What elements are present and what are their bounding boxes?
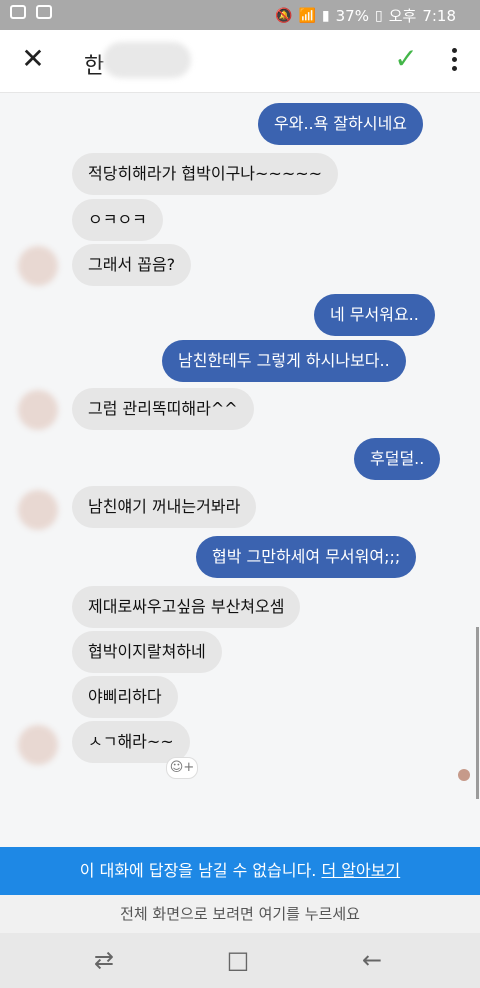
- message-bubble[interactable]: 그래서 꼽음?: [72, 244, 192, 286]
- message-bubble[interactable]: 그럼 관리똑띠해라^^: [72, 388, 254, 430]
- ampm: 오후: [388, 7, 417, 25]
- avatar[interactable]: [18, 725, 58, 765]
- message-bubble[interactable]: 협박이지랄쳐하네: [72, 631, 222, 673]
- top-app-bar: ✕ 한 ✓: [0, 30, 480, 93]
- battery-percent: 37%: [335, 6, 369, 25]
- scrollbar[interactable]: [476, 627, 479, 799]
- message-bubble[interactable]: 네 무서워요..: [314, 294, 435, 336]
- message-bubble[interactable]: 협박 그만하세여 무서워여;;;: [196, 536, 417, 578]
- add-reaction-button[interactable]: ☺+: [166, 757, 198, 779]
- message-bubble[interactable]: 남친한테두 그렇게 하시나보다..: [162, 340, 406, 382]
- home-icon[interactable]: □: [216, 943, 260, 977]
- message-bubble[interactable]: 후덜덜..: [354, 438, 441, 480]
- message-thread[interactable]: 우와..욕 잘하시네요 적당히해라가 협박이구나~~~~~ ㅇㅋㅇㅋ 그래서 꼽…: [0, 93, 480, 847]
- notification-icon: [10, 5, 26, 19]
- message-bubble[interactable]: 남친얘기 꺼내는거봐라: [72, 486, 257, 528]
- message-bubble[interactable]: 우와..욕 잘하시네요: [258, 103, 424, 145]
- chat-title: 한: [84, 54, 105, 79]
- status-bar: 🔕 📶 ▮ 37% ▯ 오후 7:18: [0, 0, 480, 30]
- check-icon[interactable]: ✓: [392, 44, 420, 74]
- message-bubble[interactable]: ㅇㅋㅇㅋ: [72, 199, 163, 241]
- recent-apps-icon[interactable]: ⇄: [82, 943, 126, 977]
- message-bubble[interactable]: 적당히해라가 협박이구나~~~~~: [72, 153, 339, 195]
- battery-icon: ▯: [374, 7, 383, 24]
- wifi-icon: 📶: [298, 7, 316, 24]
- image-icon: [36, 5, 52, 19]
- learn-more-link[interactable]: 더 알아보기: [322, 861, 401, 880]
- system-nav-bar: ⇄ □ ←: [0, 933, 480, 988]
- close-icon[interactable]: ✕: [18, 44, 48, 74]
- signal-icon: ▮: [321, 7, 330, 24]
- cannot-reply-notice: 이 대화에 답장을 남길 수 없습니다. 더 알아보기: [0, 847, 480, 895]
- time: 7:18: [422, 6, 456, 25]
- message-bubble[interactable]: 제대로싸우고싶음 부산쳐오셈: [72, 586, 301, 628]
- message-bubble[interactable]: 야삐리하다: [72, 676, 178, 718]
- blurred-name: [103, 42, 191, 78]
- avatar[interactable]: [18, 246, 58, 286]
- mute-icon: 🔕: [275, 7, 293, 24]
- avatar[interactable]: [18, 390, 58, 430]
- fullscreen-hint[interactable]: 전체 화면으로 보려면 여기를 누르세요: [0, 895, 480, 933]
- back-icon[interactable]: ←: [350, 943, 394, 977]
- avatar[interactable]: [18, 490, 58, 530]
- more-icon[interactable]: [446, 48, 462, 72]
- notice-text: 이 대화에 답장을 남길 수 없습니다.: [79, 861, 317, 880]
- seen-avatar: [458, 769, 470, 781]
